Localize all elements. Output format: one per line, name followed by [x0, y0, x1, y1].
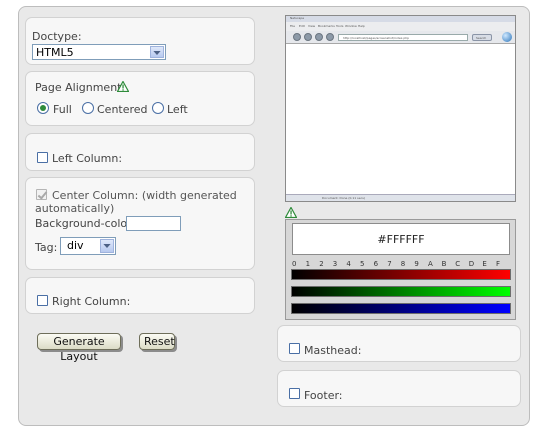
preview-statusbar: Document: Done (0.11 secs) — [286, 194, 515, 201]
reload-icon — [315, 33, 323, 41]
hex-digit-tick: F — [496, 260, 501, 268]
preview-address-bar: http://localhost/pages/screenshot/index.… — [338, 34, 468, 41]
hex-digit-tick: 3 — [332, 260, 338, 268]
hex-digit-tick: 9 — [414, 260, 419, 268]
masthead-checkbox[interactable] — [289, 343, 300, 354]
warning-icon — [117, 81, 129, 92]
preview-menubar: File Edit View Bookmarks Tools Window He… — [286, 22, 515, 31]
footer-panel: Footer: — [277, 370, 521, 407]
center-column-label-line1: Center Column: (width generated — [52, 189, 237, 202]
color-hex-display: #FFFFFF — [292, 223, 510, 255]
left-column-panel: Left Column: — [25, 133, 255, 171]
hex-digit-tick: 7 — [387, 260, 392, 268]
hex-digit-tick: C — [455, 260, 461, 268]
masthead-label: Masthead: — [304, 344, 362, 357]
blue-channel-slider[interactable] — [291, 303, 511, 314]
layout-preview: Netscape File Edit View Bookmarks Tools … — [285, 15, 516, 202]
preview-search-button: Search — [472, 34, 492, 41]
hex-digit-tick: D — [468, 260, 475, 268]
preview-menu-view: View — [308, 24, 316, 28]
alignment-full-radio[interactable] — [37, 102, 49, 114]
bgcolor-label: Background-color: — [35, 217, 136, 230]
tag-select[interactable]: div — [60, 237, 116, 255]
red-channel-slider[interactable] — [291, 269, 511, 280]
globe-icon — [502, 32, 512, 42]
hex-digit-tick: 0 — [292, 260, 297, 268]
generate-layout-button[interactable]: Generate Layout — [37, 333, 121, 363]
center-column-label-line2: automatically) — [35, 202, 115, 215]
alignment-centered-label: Centered — [97, 103, 148, 116]
hex-digit-tick: 6 — [373, 260, 379, 268]
doctype-label: Doctype: — [32, 30, 82, 43]
hex-digit-tick: 8 — [400, 260, 406, 268]
alignment-left-label: Left — [167, 103, 188, 116]
preview-menu-edit: Edit — [299, 24, 305, 28]
preview-url: http://localhost/pages/screenshot/index.… — [343, 36, 410, 40]
color-hex-value: #FFFFFF — [377, 233, 425, 246]
forward-icon — [304, 33, 312, 41]
hex-digit-tick: 5 — [360, 260, 365, 268]
preview-browser-title: Netscape — [290, 16, 305, 20]
left-column-checkbox[interactable] — [37, 152, 48, 163]
alignment-left-radio[interactable] — [152, 102, 164, 114]
hex-digit-tick: 4 — [346, 260, 351, 268]
preview-menu-help: Help — [358, 24, 365, 28]
preview-menu-tools: Tools — [336, 24, 344, 28]
left-column-label: Left Column: — [52, 152, 123, 165]
color-picker: #FFFFFF 01234 56789 ABCDE F — [285, 219, 516, 320]
right-column-label: Right Column: — [52, 295, 131, 308]
preview-status-text: Document: Done (0.11 secs) — [322, 196, 365, 200]
hex-digit-tick: 2 — [319, 260, 324, 268]
right-column-panel: Right Column: — [25, 277, 255, 314]
masthead-panel: Masthead: — [277, 325, 521, 362]
chevron-down-icon — [100, 239, 114, 253]
preview-menu-window: Window — [345, 24, 357, 28]
green-channel-slider[interactable] — [291, 286, 511, 297]
alignment-panel: Page Alignment: Full Centered Left — [25, 71, 255, 126]
preview-menu-file: File — [290, 24, 296, 28]
reset-button[interactable]: Reset — [139, 333, 175, 350]
stop-icon — [326, 33, 334, 41]
warning-icon — [285, 207, 297, 218]
right-column-checkbox[interactable] — [37, 295, 48, 306]
alignment-centered-radio[interactable] — [82, 102, 94, 114]
footer-checkbox[interactable] — [289, 388, 300, 399]
alignment-full-label: Full — [53, 103, 72, 116]
center-column-checkbox — [36, 189, 47, 200]
hex-digit-tick: 1 — [305, 260, 311, 268]
doctype-panel: Doctype: HTML5 — [25, 17, 255, 65]
preview-menu-bookmarks: Bookmarks — [318, 24, 335, 28]
tag-select-value: div — [67, 239, 84, 252]
chevron-down-icon — [150, 46, 164, 58]
hex-digit-tick: E — [482, 260, 487, 268]
doctype-select-value: HTML5 — [36, 46, 74, 59]
bgcolor-input[interactable] — [126, 216, 181, 231]
doctype-select[interactable]: HTML5 — [32, 44, 166, 60]
hex-digit-tick: A — [428, 260, 433, 268]
footer-label: Footer: — [304, 389, 343, 402]
hex-digit-tick: B — [441, 260, 447, 268]
tag-label: Tag: — [35, 241, 58, 254]
center-column-panel: Center Column: (width generated automati… — [25, 177, 255, 270]
preview-search-label: Search — [476, 36, 487, 40]
alignment-label: Page Alignment: — [35, 81, 126, 94]
back-icon — [293, 33, 301, 41]
